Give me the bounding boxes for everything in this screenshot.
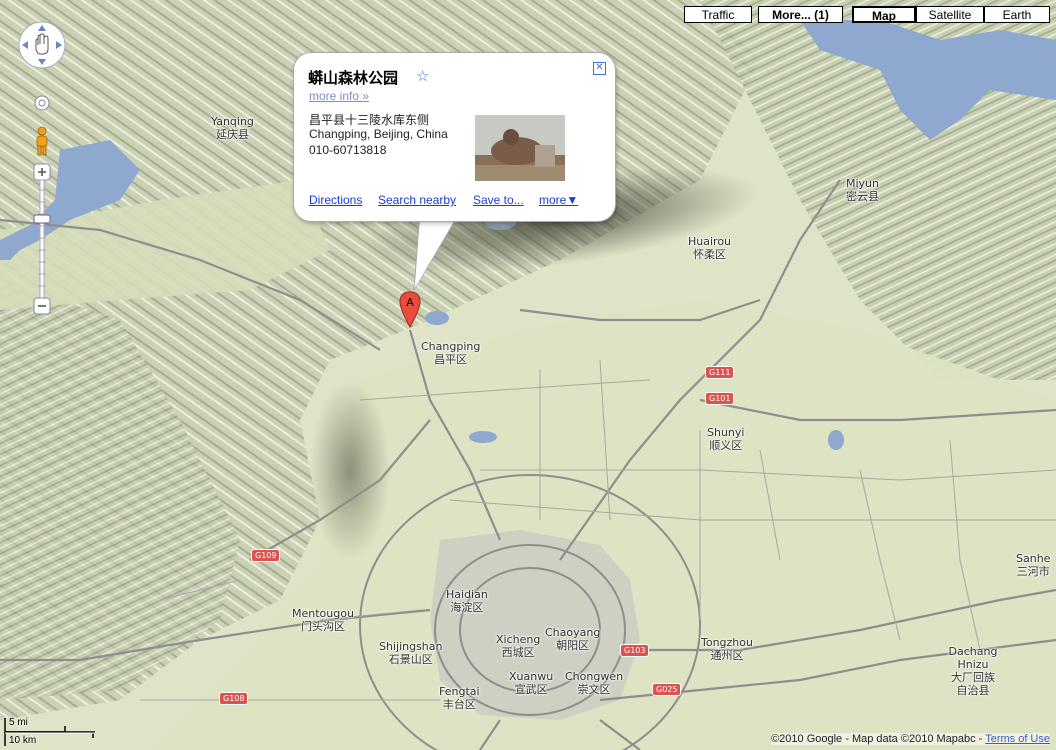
scale-km: 10 km xyxy=(9,735,37,746)
place-label-changping: Changping 昌平区 xyxy=(421,340,481,366)
place-label-xicheng: Xicheng 西城区 xyxy=(496,633,541,659)
traffic-button[interactable]: Traffic xyxy=(684,6,752,23)
place-label-shunyi: Shunyi 顺义区 xyxy=(707,426,745,452)
place-label-xuanwu: Xuanwu 宣武区 xyxy=(509,670,554,696)
info-window-tail xyxy=(413,212,460,291)
star-icon[interactable]: ☆ xyxy=(416,67,429,85)
copyright-text: ©2010 Google - Map data ©2010 Mapabc - xyxy=(771,733,986,745)
road-shield: G111 xyxy=(705,366,735,379)
terms-of-use-link[interactable]: Terms of Use xyxy=(985,733,1050,745)
place-photo[interactable] xyxy=(475,115,565,181)
street-view-circle-icon[interactable] xyxy=(34,95,50,111)
place-label-sanhe: Sanhe 三河市 xyxy=(1016,552,1051,578)
map-view-button[interactable]: Map xyxy=(852,6,916,23)
pegman-icon[interactable] xyxy=(33,126,51,156)
save-to-link[interactable]: Save to... xyxy=(473,193,524,207)
zoom-slider-handle[interactable] xyxy=(33,214,51,224)
place-title: 蟒山森林公园 xyxy=(308,70,399,87)
pan-control[interactable] xyxy=(18,21,66,69)
small-lake-2 xyxy=(828,430,844,450)
road-shield: G108 xyxy=(219,692,249,705)
place-label-huairou: Huairou 怀柔区 xyxy=(688,235,732,261)
place-label-haidian: Haidian 海淀区 xyxy=(446,588,488,614)
phone-number: 010-60713818 xyxy=(309,143,387,157)
road-shield: G109 xyxy=(251,549,281,562)
scale-miles: 5 mi xyxy=(9,717,28,728)
road-shield: G025 xyxy=(652,683,682,696)
info-window: 蟒山森林公园 ☆ ✕ more info » 昌平县十三陵水库东侧 Changp… xyxy=(293,52,616,222)
more-layers-button[interactable]: More... (1) xyxy=(758,6,843,23)
satellite-view-button[interactable]: Satellite xyxy=(916,6,984,23)
zoom-track[interactable] xyxy=(39,179,45,299)
more-dropdown-link[interactable]: more▼ xyxy=(539,193,578,207)
place-label-yanqing: Yanqing 延庆县 xyxy=(211,115,254,141)
mountain-shadow-2 xyxy=(310,380,390,560)
shisanling-reservoir xyxy=(425,311,449,325)
place-label-fengtai: Fengtai 丰台区 xyxy=(439,685,480,711)
marker-letter: A xyxy=(406,296,414,309)
place-label-shijingshan: Shijingshan 石景山区 xyxy=(379,640,443,666)
map-marker-a[interactable]: A xyxy=(399,291,421,328)
small-lake xyxy=(469,431,497,443)
copyright: ©2010 Google - Map data ©2010 Mapabc - T… xyxy=(771,733,1050,745)
place-label-dachang: Dachang Hnizu 大厂回族 自治县 xyxy=(948,645,998,697)
place-label-mentougou: Mentougou 门头沟区 xyxy=(292,607,354,633)
place-label-chaoyang: Chaoyang 朝阳区 xyxy=(545,626,601,652)
road-shield: G103 xyxy=(620,644,650,657)
close-icon[interactable]: ✕ xyxy=(593,62,606,75)
place-label-tongzhou: Tongzhou 通州区 xyxy=(701,636,753,662)
earth-view-button[interactable]: Earth xyxy=(984,6,1050,23)
hand-icon xyxy=(35,33,49,55)
place-label-chongwen: Chongwen 崇文区 xyxy=(565,670,624,696)
address-line: Changping, Beijing, China xyxy=(309,127,448,141)
search-nearby-link[interactable]: Search nearby xyxy=(378,193,456,207)
address-line: 昌平县十三陵水库东侧 xyxy=(309,113,430,127)
road-shield: G101 xyxy=(705,392,735,405)
more-info-link[interactable]: more info » xyxy=(309,89,369,103)
directions-link[interactable]: Directions xyxy=(309,193,362,207)
place-label-miyun: Miyun 密云县 xyxy=(846,177,879,203)
